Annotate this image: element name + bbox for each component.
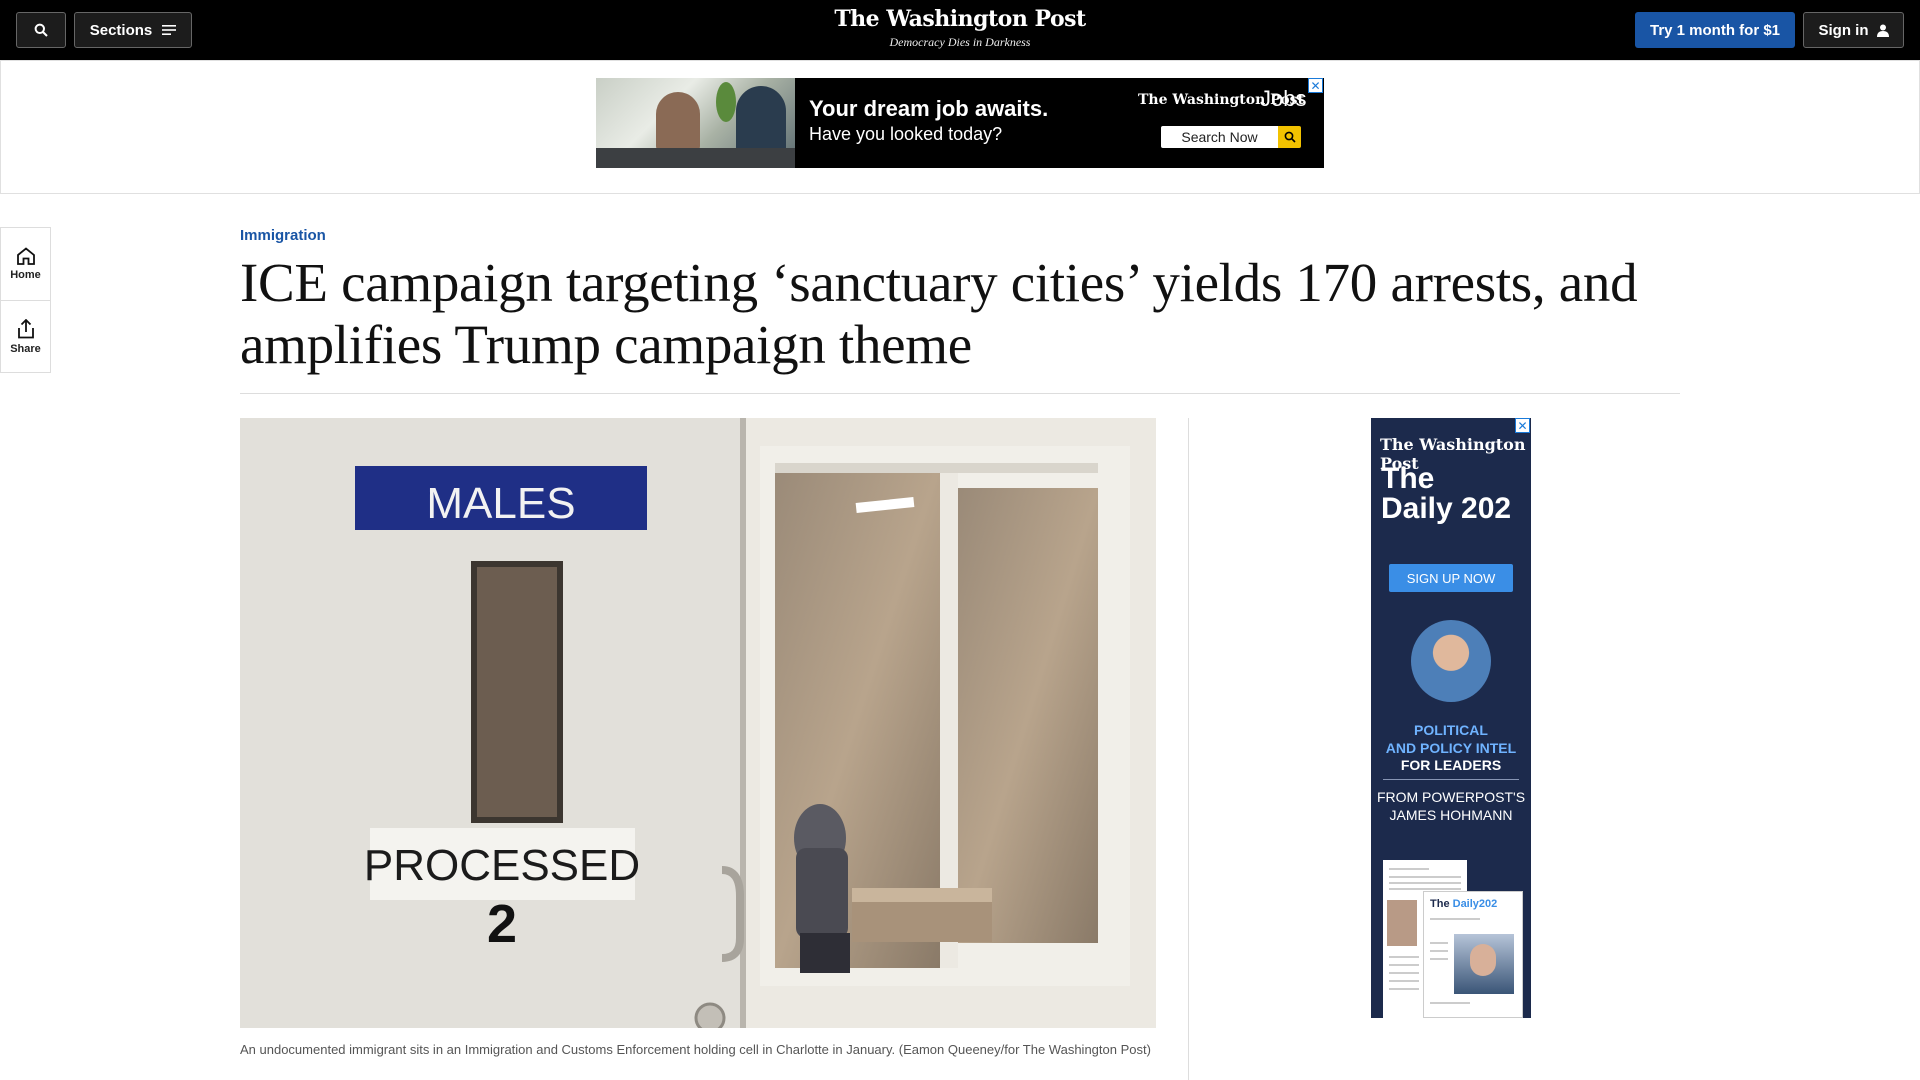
side-ad-portrait (1411, 620, 1491, 702)
photo-sign-number: 2 (487, 894, 517, 954)
search-icon (34, 23, 48, 37)
sections-label: Sections (89, 21, 153, 39)
side-ad-from: FROM POWERPOST'S JAMES HOHMANN (1371, 788, 1531, 824)
side-ad-intel-line1: POLITICAL (1414, 722, 1488, 738)
subscribe-button[interactable]: Try 1 month for $1 (1635, 12, 1795, 48)
rail-share-button[interactable]: Share (1, 300, 50, 372)
rail-home-label: Home (10, 269, 41, 281)
ad-headline: Your dream job awaits. (809, 96, 1049, 121)
left-rail: Home Share (0, 227, 51, 373)
headline-divider (240, 393, 1680, 394)
side-ad-divider (1383, 779, 1519, 780)
masthead[interactable]: The Washington Post Democracy Dies in Da… (810, 6, 1110, 50)
daily-202-sidebar-ad[interactable]: The Washington Post The Daily 202 SIGN U… (1371, 418, 1531, 1018)
side-ad-intel: POLITICAL AND POLICY INTEL (1371, 721, 1531, 757)
search-icon (1284, 131, 1296, 143)
side-ad-intel-line3: FOR LEADERS (1400, 757, 1502, 773)
jobs-leaderboard-ad[interactable]: Your dream job awaits. Have you looked t… (596, 78, 1324, 168)
side-ad-newsletter-preview-2: The Daily202 (1423, 891, 1523, 1018)
top-navigation-bar: Sections The Washington Post Democracy D… (0, 0, 1920, 60)
column-divider (1188, 418, 1189, 1080)
holding-cell-illustration: MALES PROCESSED 2 (240, 418, 1156, 1028)
ad-search-button[interactable]: Search Now (1161, 126, 1278, 148)
side-ad-from-line1: FROM POWERPOST'S (1376, 789, 1526, 805)
sign-in-label: Sign in (1818, 21, 1869, 39)
close-icon[interactable]: ✕ (1515, 418, 1530, 433)
menu-icon (162, 25, 177, 35)
side-ad-signup-button[interactable]: SIGN UP NOW (1389, 564, 1513, 592)
ad-product: Jobs (1260, 86, 1307, 111)
site-logo[interactable]: The Washington Post (810, 6, 1110, 32)
share-icon (17, 318, 34, 338)
close-icon[interactable]: ✕ (1308, 78, 1323, 93)
home-icon (16, 247, 35, 265)
side-ad-paper-title-2: Daily202 (1452, 898, 1498, 910)
sign-in-button[interactable]: Sign in (1803, 12, 1904, 48)
user-icon (1876, 24, 1889, 37)
search-button[interactable] (16, 12, 66, 48)
ad-office-photo (596, 78, 795, 168)
rail-share-label: Share (10, 342, 41, 355)
site-tagline: Democracy Dies in Darkness (889, 35, 1031, 49)
ad-search-icon-button[interactable] (1278, 126, 1301, 148)
section-kicker-link[interactable]: Immigration (240, 227, 326, 244)
side-ad-title: The Daily 202 (1381, 464, 1511, 524)
photo-sign-males: MALES (426, 479, 575, 528)
side-ad-paper-title-1: The (1430, 898, 1450, 910)
photo-sign-processed: PROCESSED (364, 841, 640, 890)
side-ad-from-line2: JAMES HOHMANN (1389, 807, 1513, 823)
lead-photo[interactable]: MALES PROCESSED 2 (240, 418, 1156, 1028)
photo-caption: An undocumented immigrant sits in an Imm… (240, 1042, 1151, 1057)
side-ad-title-line1: The (1381, 462, 1435, 495)
side-ad-intel-line2: AND POLICY INTEL (1385, 740, 1517, 756)
side-ad-title-line2: Daily 202 (1381, 492, 1512, 525)
sections-button[interactable]: Sections (74, 12, 192, 48)
ad-subline: Have you looked today? (809, 124, 1003, 144)
side-ad-paper-title: The Daily202 (1430, 898, 1497, 910)
article-headline: ICE campaign targeting ‘sanctuary cities… (240, 252, 1638, 375)
rail-home-button[interactable]: Home (1, 228, 50, 300)
